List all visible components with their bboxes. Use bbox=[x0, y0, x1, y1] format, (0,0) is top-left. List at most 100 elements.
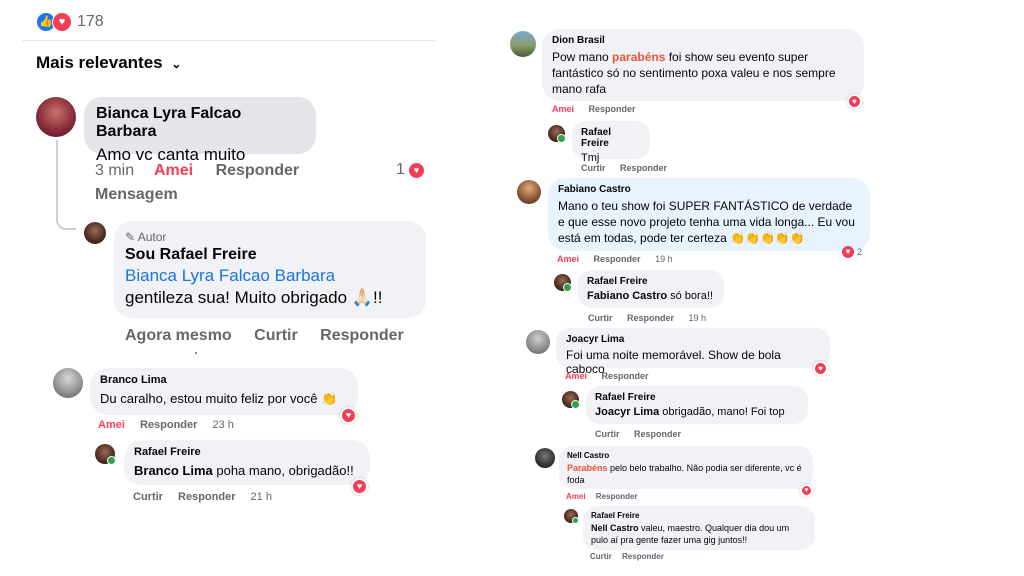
reaction-badge[interactable]: ♥ 2 bbox=[842, 246, 862, 258]
reply-button[interactable]: Responder bbox=[596, 492, 638, 501]
timestamp[interactable]: 19 h bbox=[655, 254, 673, 264]
avatar[interactable] bbox=[510, 31, 536, 57]
author-name[interactable]: Nell Castro bbox=[567, 451, 805, 460]
avatar[interactable] bbox=[95, 444, 116, 465]
reaction-count: 1 bbox=[396, 161, 405, 178]
avatar[interactable] bbox=[53, 368, 83, 398]
highlight-word: parabéns bbox=[612, 50, 666, 64]
message-button[interactable]: Mensagem bbox=[95, 186, 178, 204]
reply-bubble: Rafael Freire Nell Castro valeu, maestro… bbox=[583, 506, 815, 550]
reply-actions: Curtir Responder bbox=[595, 429, 693, 439]
heart-icon: ♥ bbox=[408, 162, 424, 178]
author-name[interactable]: Bianca Lyra Falcao Barbara bbox=[96, 105, 304, 141]
mention-link[interactable]: Joacyr Lima bbox=[595, 406, 659, 418]
online-indicator bbox=[557, 134, 566, 143]
author-name[interactable]: Branco Lima bbox=[100, 374, 348, 386]
timestamp[interactable]: 3 min bbox=[95, 162, 134, 179]
avatar[interactable] bbox=[548, 125, 566, 143]
reply-button[interactable]: Responder bbox=[627, 313, 674, 323]
comment-text: Parabéns pelo belo trabalho. Não podia s… bbox=[567, 463, 802, 485]
author-name[interactable]: Rafael Freire bbox=[591, 511, 807, 520]
reply-actions: Curtir Responder 19 h bbox=[588, 313, 718, 323]
sort-dropdown[interactable]: Mais relevantes ⌄ bbox=[36, 53, 181, 73]
reply-button[interactable]: Responder bbox=[140, 419, 197, 431]
author-badge: ✎ Autor bbox=[125, 230, 167, 244]
reactions-summary[interactable]: 👍 ♥ 178 bbox=[36, 12, 104, 32]
reply-text: Fabiano Castro só bora!! bbox=[587, 290, 713, 302]
reply-button[interactable]: Responder bbox=[620, 163, 667, 173]
love-button[interactable]: Amei bbox=[154, 162, 193, 179]
love-icon: ♥ bbox=[52, 12, 72, 32]
comment-actions: 3 min Amei Responder bbox=[95, 162, 311, 180]
love-button[interactable]: Amei bbox=[565, 371, 587, 381]
avatar[interactable] bbox=[36, 97, 76, 137]
reply-button[interactable]: Responder bbox=[594, 254, 641, 264]
reply-button[interactable]: Responder bbox=[216, 162, 300, 179]
author-name[interactable]: Rafael Freire bbox=[581, 127, 641, 149]
reply-bubble: Rafael Freire Branco Lima poha mano, obr… bbox=[124, 440, 370, 485]
reply-actions: Curtir Responder bbox=[581, 163, 679, 173]
heart-icon[interactable]: ♥ bbox=[800, 484, 813, 497]
like-button[interactable]: Curtir bbox=[581, 163, 606, 173]
reply-bubble: ✎ Autor Sou Rafael Freire Bianca Lyra Fa… bbox=[114, 221, 426, 318]
reply-button[interactable]: Responder bbox=[634, 429, 681, 439]
timestamp[interactable]: 21 h bbox=[251, 491, 272, 503]
avatar[interactable] bbox=[84, 222, 106, 244]
love-button[interactable]: Amei bbox=[98, 419, 125, 431]
reply-text: Joacyr Lima obrigadão, mano! Foi top bbox=[595, 406, 785, 418]
author-name[interactable]: Rafael Freire bbox=[587, 276, 715, 287]
timestamp[interactable]: Agora mesmo bbox=[125, 327, 232, 344]
comment-text: Mano o teu show foi SUPER FANTÁSTICO de … bbox=[558, 199, 855, 245]
reply-button[interactable]: Responder bbox=[178, 491, 235, 503]
reaction-count: 2 bbox=[857, 247, 863, 257]
heart-icon[interactable]: ♥ bbox=[813, 361, 828, 376]
avatar[interactable] bbox=[564, 509, 579, 524]
comment-bubble: Fabiano Castro Mano o teu show foi SUPER… bbox=[548, 178, 870, 251]
heart-icon[interactable]: ♥ bbox=[847, 94, 862, 109]
author-name[interactable]: Sou Rafael Freire bbox=[125, 246, 415, 264]
heart-icon: ♥ bbox=[842, 246, 854, 258]
author-name[interactable]: Dion Brasil bbox=[552, 35, 854, 46]
avatar[interactable] bbox=[517, 180, 541, 204]
like-button[interactable]: Curtir bbox=[588, 313, 613, 323]
avatar[interactable] bbox=[554, 274, 572, 292]
like-button[interactable]: Curtir bbox=[254, 327, 298, 344]
mention-link[interactable]: Nell Castro bbox=[591, 523, 639, 533]
love-button[interactable]: Amei bbox=[566, 492, 586, 501]
author-name[interactable]: Rafael Freire bbox=[595, 392, 799, 403]
highlight-word: Parabéns bbox=[567, 463, 608, 473]
heart-icon[interactable]: ♥ bbox=[340, 407, 357, 424]
reply-bubble: Rafael Freire Fabiano Castro só bora!! bbox=[578, 270, 724, 308]
like-button[interactable]: Curtir bbox=[133, 491, 163, 503]
reaction-badge[interactable]: 1 ♥ bbox=[396, 161, 424, 179]
mention-link[interactable]: Fabiano Castro bbox=[587, 290, 667, 302]
reply-button[interactable]: Responder bbox=[320, 327, 404, 344]
pencil-icon: ✎ bbox=[125, 230, 136, 244]
heart-icon[interactable]: ♥ bbox=[351, 478, 368, 495]
online-indicator bbox=[563, 283, 572, 292]
comment-bubble: Nell Castro Parabéns pelo belo trabalho.… bbox=[559, 446, 813, 489]
avatar[interactable] bbox=[562, 391, 580, 409]
avatar[interactable] bbox=[526, 330, 550, 354]
love-button[interactable]: Amei bbox=[552, 104, 574, 114]
comment-actions: Amei Responder 19 h bbox=[557, 254, 685, 264]
avatar[interactable] bbox=[535, 448, 555, 468]
like-button[interactable]: Curtir bbox=[595, 429, 620, 439]
mention-link[interactable]: Branco Lima bbox=[134, 463, 213, 478]
reply-button[interactable]: Responder bbox=[602, 371, 649, 381]
timestamp[interactable]: 23 h bbox=[213, 419, 234, 431]
reply-button[interactable]: Responder bbox=[589, 104, 636, 114]
online-indicator bbox=[572, 517, 579, 524]
love-button[interactable]: Amei bbox=[557, 254, 579, 264]
comment-actions: Amei Responder bbox=[552, 104, 648, 114]
reply-button[interactable]: Responder bbox=[622, 552, 664, 561]
mention-link[interactable]: Bianca Lyra Falcao Barbara bbox=[125, 266, 415, 286]
reply-actions: Curtir Responder bbox=[590, 552, 676, 561]
comment-actions: Amei Responder bbox=[565, 371, 661, 381]
timestamp[interactable]: 19 h bbox=[689, 313, 707, 323]
comment-bubble: Joacyr Lima Foi uma noite memorável. Sho… bbox=[556, 328, 830, 376]
author-name[interactable]: Rafael Freire bbox=[134, 446, 360, 458]
like-button[interactable]: Curtir bbox=[590, 552, 612, 561]
author-name[interactable]: Fabiano Castro bbox=[558, 184, 860, 195]
author-name[interactable]: Joacyr Lima bbox=[566, 334, 820, 345]
